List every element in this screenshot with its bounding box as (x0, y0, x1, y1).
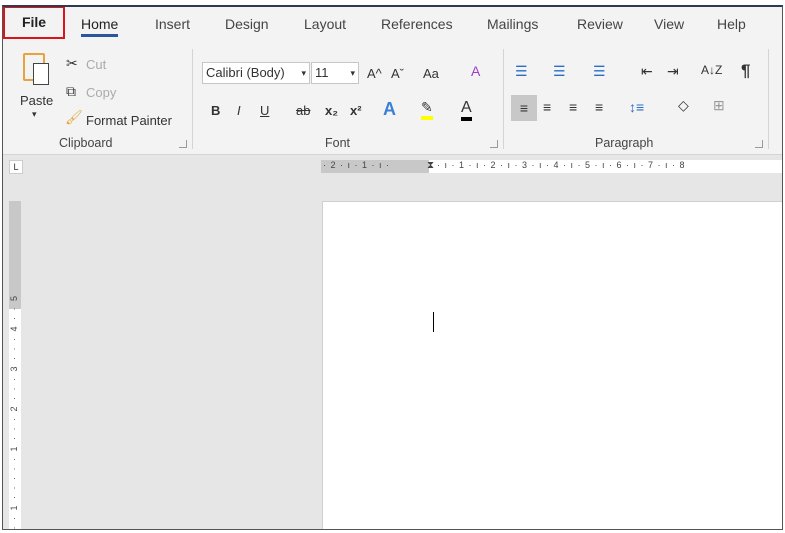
decrease-indent-icon[interactable]: ⇤ (641, 63, 653, 80)
divider (768, 49, 769, 149)
ruler-left-text: · 2 · ı · 1 · ı · (323, 160, 391, 170)
indent-marker-icon[interactable]: ⧗ (427, 160, 434, 171)
copy-button[interactable]: Copy (86, 85, 116, 100)
paste-label: Paste (20, 93, 54, 108)
tab-review[interactable]: Review (577, 16, 623, 32)
word-window: File Home Insert Design Layout Reference… (2, 5, 783, 530)
font-color-button[interactable]: A (461, 99, 472, 121)
show-formatting-button[interactable]: ¶ (741, 61, 750, 81)
underline-button[interactable]: U (260, 103, 269, 118)
bold-button[interactable]: B (211, 103, 220, 118)
line-spacing-icon[interactable]: ↕≡ (629, 99, 644, 115)
dialog-launcher-icon[interactable] (755, 140, 763, 148)
divider (503, 49, 504, 149)
font-group-label: Font (325, 136, 351, 150)
divider (192, 49, 193, 149)
subscript-button[interactable]: x₂ (325, 103, 338, 118)
ribbon-tabs: File Home Insert Design Layout Reference… (3, 7, 782, 41)
increase-indent-icon[interactable]: ⇥ (667, 63, 679, 80)
chevron-down-icon: ▾ (350, 68, 355, 78)
document-page[interactable] (322, 201, 782, 529)
paste-button[interactable]: Paste ▾ (17, 51, 57, 129)
cut-button[interactable]: Cut (86, 57, 106, 72)
align-center-icon[interactable]: ≡ (543, 99, 551, 115)
scissors-icon: ✂ (66, 55, 78, 71)
superscript-button[interactable]: x² (350, 103, 362, 118)
paragraph-group-label: Paragraph (595, 136, 654, 150)
font-size-select[interactable]: 11 ▾ (311, 62, 359, 84)
chevron-down-icon: ▾ (32, 109, 37, 119)
borders-icon[interactable]: ⊞ (713, 97, 725, 114)
highlight-icon[interactable]: ✎ (421, 99, 433, 120)
shrink-font-button[interactable]: Aˇ (391, 66, 404, 81)
tab-mailings[interactable]: Mailings (487, 16, 538, 32)
font-name-value: Calibri (Body) (206, 65, 285, 80)
numbering-icon[interactable]: ☰ (553, 63, 566, 80)
tab-help[interactable]: Help (717, 16, 746, 32)
grow-font-button[interactable]: A^ (367, 66, 382, 81)
align-right-icon[interactable]: ≡ (569, 99, 577, 115)
dialog-launcher-icon[interactable] (179, 140, 187, 148)
text-cursor (433, 312, 434, 332)
ruler-right-text: · ı · 1 · ı · 2 · ı · 3 · ı · 4 · ı · 5 … (437, 160, 686, 170)
dialog-launcher-icon[interactable] (490, 140, 498, 148)
paper-icon (33, 63, 49, 85)
font-name-select[interactable]: Calibri (Body) ▾ (202, 62, 310, 84)
format-painter-button[interactable]: Format Painter (86, 113, 172, 128)
font-size-value: 11 (315, 65, 329, 80)
align-left-icon[interactable]: ≡ (511, 95, 537, 121)
strikethrough-button[interactable]: ab (296, 103, 310, 118)
vruler-text: 2 · · 1 · · · · · 1 · · · 2 · · · 3 · · … (9, 294, 19, 530)
multilevel-list-icon[interactable]: ☰ (593, 63, 606, 80)
tab-references[interactable]: References (381, 16, 453, 32)
clipboard-group-label: Clipboard (59, 136, 113, 150)
tab-selector-icon[interactable]: L (9, 160, 23, 174)
change-case-button[interactable]: Aa (423, 66, 439, 81)
tab-layout[interactable]: Layout (304, 16, 346, 32)
tab-insert[interactable]: Insert (155, 16, 190, 32)
italic-button[interactable]: I (237, 103, 241, 118)
tab-home[interactable]: Home (81, 16, 119, 37)
ribbon-home: Paste ▾ ✂ Cut ⧉ Copy 🖌 Format Painter Cl… (3, 41, 782, 155)
tab-design[interactable]: Design (225, 16, 269, 32)
tab-view[interactable]: View (654, 16, 684, 32)
shading-icon[interactable]: ◇ (678, 97, 689, 114)
text-effects-button[interactable]: A (383, 99, 396, 120)
vertical-ruler[interactable]: 2 · · 1 · · · · · 1 · · · 2 · · · 3 · · … (9, 201, 21, 530)
horizontal-ruler[interactable]: · 2 · ı · 1 · ı · ⧗ · ı · 1 · ı · 2 · ı … (321, 160, 782, 173)
sort-button[interactable]: A↓Z (701, 63, 722, 77)
justify-icon[interactable]: ≡ (595, 99, 603, 115)
chevron-down-icon: ▾ (301, 68, 306, 78)
copy-icon: ⧉ (66, 83, 76, 99)
tab-file[interactable]: File (3, 7, 65, 39)
paintbrush-icon: 🖌 (65, 109, 83, 125)
clear-formatting-icon[interactable]: A (471, 63, 480, 79)
bullets-icon[interactable]: ☰ (515, 63, 528, 80)
